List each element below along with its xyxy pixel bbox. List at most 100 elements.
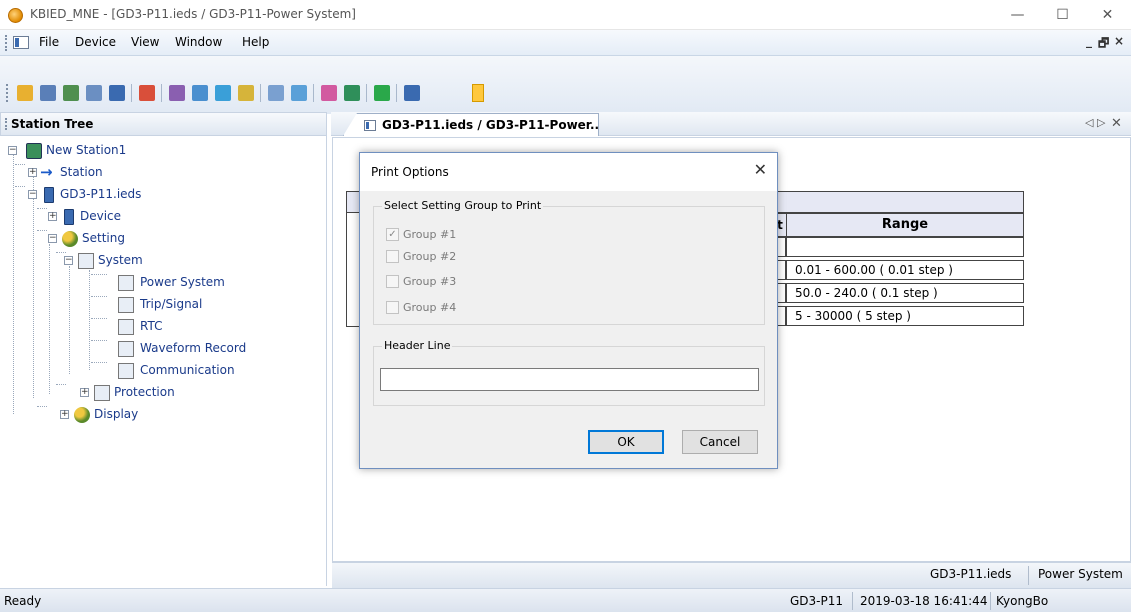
device-icon [44,187,54,203]
toolbar-button-12[interactable] [288,82,310,104]
expand-icon[interactable]: + [28,168,37,177]
tree-node-device[interactable]: + Device [48,208,248,226]
toolbar-separator [396,84,397,102]
toolbar-button-6[interactable] [136,82,158,104]
tree-label-power-system: Power System [140,275,225,289]
toolbar-button-10[interactable] [235,82,257,104]
toolbar-button-3[interactable] [60,82,82,104]
toolbar-button-15[interactable] [371,82,393,104]
toolbar-button-8[interactable] [189,82,211,104]
toolbar-button-11[interactable] [265,82,287,104]
wrench-icon [94,385,110,401]
tab-scroll-left-icon[interactable]: ◁ [1085,116,1093,129]
dialog-close-button[interactable]: ✕ [754,160,767,179]
tree-node-protection[interactable]: + Protection [80,384,280,402]
wrench-icon [118,363,134,379]
tree-node-system[interactable]: − System [64,252,264,270]
tree-node-new-station[interactable]: − New Station1 [8,142,208,160]
wrench-icon [118,275,134,291]
tree-node-ieds[interactable]: − GD3-P11.ieds [28,186,228,204]
expand-icon[interactable]: + [80,388,89,397]
collapse-icon[interactable]: − [28,190,37,199]
group-4-label: Group #4 [403,301,457,314]
toolbar-separator [260,84,261,102]
window-title-bar: KBIED_MNE - [GD3-P11.ieds / GD3-P11-Powe… [0,0,1131,30]
toolbar-button-1[interactable] [14,82,36,104]
group-3-label: Group #3 [403,275,457,288]
menu-window[interactable]: Window [175,35,222,49]
tab-power-system[interactable]: GD3-P11.ieds / GD3-P11-Power... [343,113,599,136]
group-2-label: Group #2 [403,250,457,263]
collapse-icon[interactable]: − [48,234,57,243]
toolbar-button-16[interactable] [401,82,423,104]
tree-node-display[interactable]: + Display [60,406,260,424]
print-options-dialog: Print Options ✕ Select Setting Group to … [359,152,778,469]
expand-icon[interactable]: + [48,212,57,221]
range-cell: 0.01 - 600.00 ( 0.01 step ) [786,260,1024,280]
maximize-button[interactable]: ☐ [1040,0,1085,30]
toolbar-separator [131,84,132,102]
mdi-minimize-button[interactable]: _ [1086,34,1092,48]
collapse-icon[interactable]: − [64,256,73,265]
tree-node-communication[interactable]: Communication [104,362,304,380]
toolbar-button-7[interactable] [166,82,188,104]
toolbar-button-5[interactable] [106,82,128,104]
tree-node-setting[interactable]: − Setting [48,230,248,248]
tree-node-station[interactable]: + → Station [28,163,228,182]
tab-close-icon[interactable]: ✕ [1111,116,1122,131]
menu-file[interactable]: File [39,35,59,49]
tree-label-system: System [98,253,143,267]
tree-label-setting: Setting [82,231,125,245]
header-line-title: Header Line [382,339,453,352]
menu-grip[interactable] [5,35,8,51]
mdi-restore-button[interactable]: 🗗 [1098,34,1109,55]
tree-label-communication: Communication [140,363,235,377]
toolbar [0,56,1131,114]
toolbar-overflow-button[interactable] [472,84,484,102]
document-icon [364,120,376,131]
toolbar-icon [404,85,420,101]
toolbar-icon [169,85,185,101]
menu-device[interactable]: Device [75,35,116,49]
tree-node-waveform-record[interactable]: Waveform Record [104,340,304,358]
minimize-button[interactable]: — [995,0,1040,30]
header-line-input[interactable] [380,368,759,391]
status-view-name: Power System [1038,567,1123,581]
toolbar-button-9[interactable] [212,82,234,104]
station-tree: − New Station1 + → Station − GD3-P11.ied… [0,136,327,586]
toolbar-icon [86,85,102,101]
tree-node-trip-signal[interactable]: Trip/Signal [104,296,304,314]
expand-icon[interactable]: + [60,410,69,419]
tree-label-rtc: RTC [140,319,163,333]
cancel-button[interactable]: Cancel [682,430,758,454]
status-datetime: 2019-03-18 16:41:44 [860,594,988,608]
toolbar-icon [109,85,125,101]
document-icon[interactable] [13,36,29,49]
toolbar-icon [321,85,337,101]
menu-view[interactable]: View [131,35,159,49]
toolbar-icon [291,85,307,101]
ok-button[interactable]: OK [588,430,664,454]
menu-help[interactable]: Help [242,35,269,49]
collapse-icon[interactable]: − [8,146,17,155]
toolbar-button-14[interactable] [341,82,363,104]
window-close-button[interactable]: ✕ [1085,0,1130,30]
mdi-close-button[interactable]: × [1114,34,1124,48]
tree-label-protection: Protection [114,385,175,399]
wrench-icon [118,341,134,357]
toolbar-button-2[interactable] [37,82,59,104]
pane-grip[interactable] [5,118,7,130]
tree-label-display: Display [94,407,139,421]
toolbar-grip[interactable] [6,84,9,102]
status-file-name: GD3-P11.ieds [930,567,1012,581]
toolbar-button-4[interactable] [83,82,105,104]
toolbar-separator [161,84,162,102]
group-1-label: Group #1 [403,228,457,241]
checkmark-icon: ✓ [386,228,399,241]
gear-icon [62,231,78,247]
toolbar-button-13[interactable] [318,82,340,104]
tree-label-waveform-record: Waveform Record [140,341,247,355]
tree-node-power-system[interactable]: Power System [104,274,304,292]
tab-scroll-right-icon[interactable]: ▷ [1097,116,1105,129]
tree-node-rtc[interactable]: RTC [104,318,304,336]
